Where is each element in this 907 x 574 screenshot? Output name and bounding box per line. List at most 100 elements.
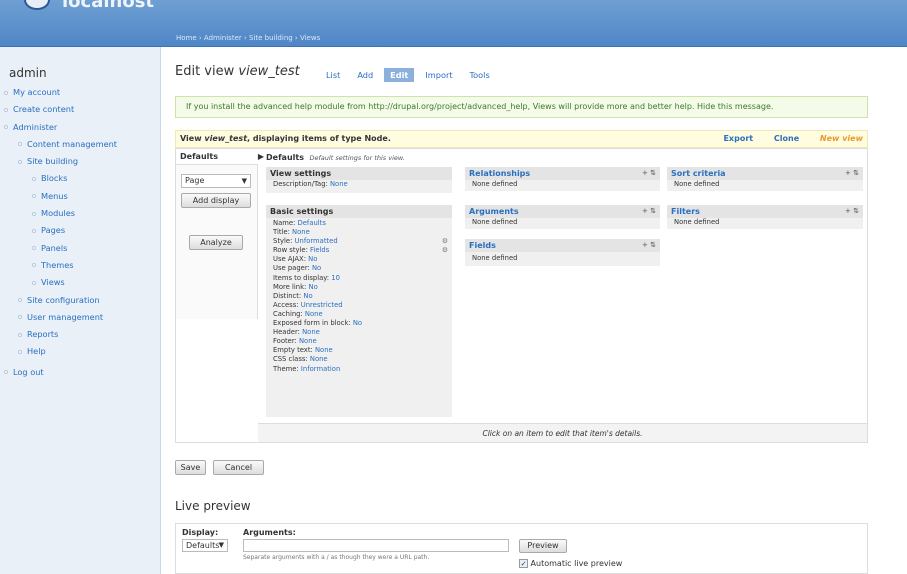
chevron-down-icon: ▼ xyxy=(241,177,247,185)
breadcrumb[interactable]: Home › Administer › Site building › View… xyxy=(176,34,320,42)
setting-row[interactable]: Empty text: None xyxy=(266,346,452,355)
setting-value-link[interactable]: 10 xyxy=(331,274,340,282)
setting-row[interactable]: Theme: Information xyxy=(266,365,452,374)
sidebar-item-reports[interactable]: Reports xyxy=(0,326,160,343)
setting-key: Description/Tag: xyxy=(273,180,330,188)
setting-value-link[interactable]: Unformatted xyxy=(295,237,338,245)
setting-row[interactable]: Distinct: No xyxy=(266,292,452,301)
sidebar-item-help[interactable]: Help xyxy=(0,343,160,360)
add-rearrange-icon[interactable]: + ⇅ xyxy=(642,239,656,252)
setting-value-link[interactable]: None xyxy=(299,337,317,345)
setting-row[interactable]: CSS class: None xyxy=(266,355,452,364)
setting-row[interactable]: Row style: Fields ⚙ xyxy=(266,246,452,255)
setting-value-link[interactable]: Unrestricted xyxy=(301,301,343,309)
setting-row[interactable]: Use AJAX: No xyxy=(266,255,452,264)
sidebar-item-create-content[interactable]: Create content xyxy=(0,101,160,118)
setting-row[interactable]: Items to display: 10 xyxy=(266,274,452,283)
sidebar-item-modules[interactable]: Modules xyxy=(0,205,160,222)
setting-row[interactable]: Exposed form in block: No xyxy=(266,319,452,328)
setting-row[interactable]: Caching: None xyxy=(266,310,452,319)
add-rearrange-icon[interactable]: + ⇅ xyxy=(845,167,859,180)
clone-link[interactable]: Clone xyxy=(774,134,799,143)
add-rearrange-icon[interactable]: + ⇅ xyxy=(642,167,656,180)
display-type-select[interactable]: Page ▼ xyxy=(181,174,251,188)
gear-icon[interactable]: ⚙ xyxy=(442,246,448,255)
bullet-icon xyxy=(32,263,36,268)
sidebar-item-themes[interactable]: Themes xyxy=(0,257,160,274)
analyze-button[interactable]: Analyze xyxy=(189,235,243,250)
setting-value-link[interactable]: None xyxy=(330,180,348,188)
filters-title[interactable]: Filters + ⇅ xyxy=(667,205,863,218)
setting-row[interactable]: Title: None xyxy=(266,228,452,237)
add-display-button[interactable]: Add display xyxy=(181,193,251,208)
add-rearrange-icon[interactable]: + ⇅ xyxy=(845,205,859,218)
bullet-icon xyxy=(32,228,36,233)
tab-edit[interactable]: Edit xyxy=(384,68,415,82)
site-name[interactable]: localhost xyxy=(62,0,154,12)
tab-import[interactable]: Import xyxy=(419,68,458,82)
setting-row[interactable]: Name: Defaults xyxy=(266,219,452,228)
setting-row[interactable]: Style: Unformatted ⚙ xyxy=(266,237,452,246)
preview-display-select[interactable]: Defaults ▼ xyxy=(182,539,228,552)
sidebar-item-label: Help xyxy=(27,346,46,357)
setting-value-link[interactable]: No xyxy=(312,264,321,272)
gear-icon[interactable]: ⚙ xyxy=(442,237,448,246)
bullet-icon xyxy=(18,349,22,354)
setting-row[interactable]: More link: No xyxy=(266,283,452,292)
sidebar-item-pages[interactable]: Pages xyxy=(0,222,160,239)
export-link[interactable]: Export xyxy=(723,134,753,143)
setting-value-link[interactable]: Defaults xyxy=(298,219,326,227)
setting-row[interactable]: Header: None xyxy=(266,328,452,337)
tab-add[interactable]: Add xyxy=(351,68,379,82)
tab-list[interactable]: List xyxy=(320,68,346,82)
setting-value-link[interactable]: No xyxy=(308,255,317,263)
sort-criteria-title[interactable]: Sort criteria + ⇅ xyxy=(667,167,863,180)
setting-value-link[interactable]: None xyxy=(302,328,320,336)
sidebar-item-administer[interactable]: Administer xyxy=(0,119,160,136)
sidebar-item-log-out[interactable]: Log out xyxy=(0,364,160,381)
sidebar-item-views[interactable]: Views xyxy=(0,274,160,291)
setting-row[interactable]: Description/Tag: None xyxy=(266,180,452,189)
setting-value-link[interactable]: No xyxy=(308,283,317,291)
tab-defaults-display[interactable]: Defaults ▶ xyxy=(176,149,264,165)
sidebar-item-user-management[interactable]: User management xyxy=(0,309,160,326)
live-preview-form: Display: Defaults ▼ Arguments: Separate a… xyxy=(175,523,868,574)
live-preview-heading: Live preview xyxy=(175,499,251,513)
setting-row[interactable]: Use pager: No xyxy=(266,264,452,273)
new-view-link[interactable]: New view xyxy=(820,134,863,143)
none-defined-text: None defined xyxy=(472,180,518,188)
arguments-input[interactable] xyxy=(243,539,509,552)
preview-button[interactable]: Preview xyxy=(519,539,567,553)
arguments-title[interactable]: Arguments + ⇅ xyxy=(465,205,660,218)
relationships-title[interactable]: Relationships + ⇅ xyxy=(465,167,660,180)
checkbox-checked-icon[interactable]: ✓ xyxy=(519,559,528,568)
tab-tools[interactable]: Tools xyxy=(464,68,496,82)
fields-title[interactable]: Fields + ⇅ xyxy=(465,239,660,252)
setting-row[interactable]: Footer: None xyxy=(266,337,452,346)
automatic-live-preview-option[interactable]: ✓ Automatic live preview xyxy=(519,559,622,568)
setting-value-link[interactable]: Information xyxy=(301,365,340,373)
setting-value-link[interactable]: Fields xyxy=(310,246,329,254)
add-rearrange-icon[interactable]: + ⇅ xyxy=(642,205,656,218)
sidebar-item-blocks[interactable]: Blocks xyxy=(0,170,160,187)
setting-value-link[interactable]: None xyxy=(305,310,323,318)
setting-value-link[interactable]: No xyxy=(353,319,362,327)
setting-value-link[interactable]: None xyxy=(292,228,310,236)
sidebar-item-menus[interactable]: Menus xyxy=(0,188,160,205)
sidebar-item-site-building[interactable]: Site building xyxy=(0,153,160,170)
none-defined-text: None defined xyxy=(472,254,518,262)
sidebar-item-panels[interactable]: Panels xyxy=(0,240,160,257)
views-editor: Defaults ▶ Page ▼ Add display Analyze Defa… xyxy=(175,148,868,443)
sidebar-item-my-account[interactable]: My account xyxy=(0,84,160,101)
save-button[interactable]: Save xyxy=(175,460,206,475)
setting-row[interactable]: Access: Unrestricted xyxy=(266,301,452,310)
setting-value-link[interactable]: None xyxy=(315,346,333,354)
sidebar-item-content-management[interactable]: Content management xyxy=(0,136,160,153)
sidebar-item-label: Menus xyxy=(41,190,68,201)
setting-value-link[interactable]: None xyxy=(310,355,328,363)
site-header: localhost Home › Administer › Site build… xyxy=(0,0,907,47)
setting-value-link[interactable]: No xyxy=(303,292,312,300)
sidebar-item-site-configuration[interactable]: Site configuration xyxy=(0,292,160,309)
drupal-logo-icon[interactable] xyxy=(24,0,50,10)
cancel-button[interactable]: Cancel xyxy=(213,460,264,475)
